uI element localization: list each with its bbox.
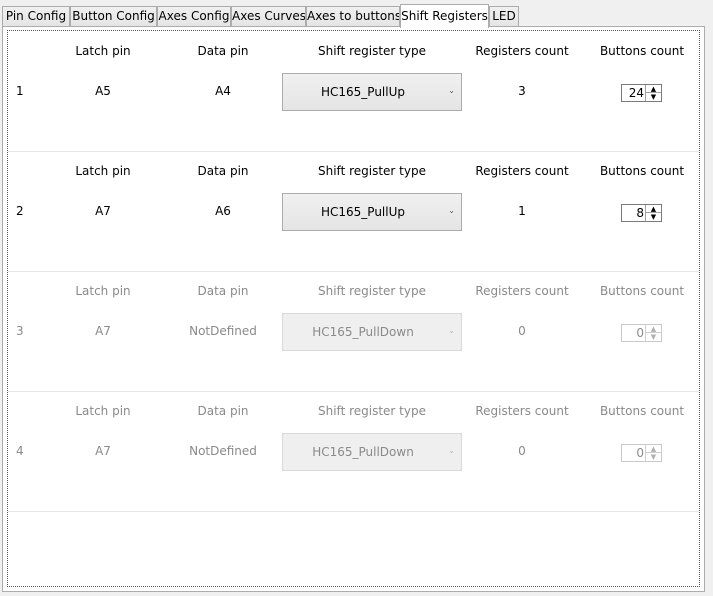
dropdown-selected-value: HC165_PullDown [312,325,414,339]
dropdown-selected-value: HC165_PullUp [320,85,405,99]
registers-count-value: 1 [518,204,526,218]
data-pin-value: NotDefined [189,444,257,458]
chevron-down-icon: ⌄ [448,206,455,215]
shift-register-type-dropdown[interactable]: HC165_PullUp ⌄ [282,193,462,231]
shift-register-type-header: Shift register type [318,404,426,418]
chevron-down-icon: ⌄ [448,86,455,95]
data-pin-value: A4 [215,84,231,98]
registers-count-value: 0 [518,324,526,338]
shift-register-type-header: Shift register type [318,284,426,298]
stepper-buttons: ▲ ▼ [645,205,661,221]
stepper-value: 0 [636,446,644,460]
chevron-down-icon: ⌄ [448,446,455,455]
triangle-down-icon[interactable]: ▼ [646,93,661,101]
registers-count-header: Registers count [475,44,569,58]
tab-pin-config[interactable]: Pin Config [2,6,70,26]
registers-count-value: 3 [518,84,526,98]
shift-register-type-dropdown[interactable]: HC165_PullUp ⌄ [282,73,462,111]
latch-pin-value: A7 [95,204,111,218]
buttons-count-header: Buttons count [599,284,685,298]
buttons-count-header: Buttons count [599,164,685,178]
data-pin-value: NotDefined [189,324,257,338]
registers-count-header: Registers count [475,164,569,178]
shift-register-row-3: Latch pin Data pin Shift register type R… [8,271,699,392]
tab-button-config[interactable]: Button Config [70,6,157,26]
tab-axes-config[interactable]: Axes Config [157,6,231,26]
buttons-count-stepper[interactable]: 8 ▲ ▼ [621,204,662,222]
chevron-down-icon: ⌄ [448,326,455,335]
row-index: 1 [16,84,24,98]
row-index: 4 [16,444,24,458]
stepper-value: 0 [636,326,644,340]
stepper-buttons: ▲ ▼ [645,85,661,101]
shift-registers-list: Latch pin Data pin Shift register type R… [7,30,700,587]
buttons-count-stepper[interactable]: 24 ▲ ▼ [621,84,662,102]
latch-pin-value: A7 [95,324,111,338]
stepper-value: 8 [636,206,644,220]
dropdown-selected-value: HC165_PullUp [320,205,405,219]
triangle-up-icon: ▲ [646,325,661,333]
stepper-buttons: ▲ ▼ [645,325,661,341]
tab-content-panel: Latch pin Data pin Shift register type R… [2,26,705,592]
data-pin-header: Data pin [197,404,249,418]
data-pin-value: A6 [215,204,231,218]
registers-count-header: Registers count [475,284,569,298]
shift-register-type-dropdown: HC165_PullDown ⌄ [282,433,462,471]
shift-register-type-header: Shift register type [318,164,426,178]
latch-pin-header: Latch pin [75,164,131,178]
latch-pin-value: A5 [95,84,111,98]
stepper-value: 24 [628,86,644,100]
shift-register-type-header: Shift register type [318,44,426,58]
registers-count-header: Registers count [475,404,569,418]
dropdown-selected-value: HC165_PullDown [312,445,414,459]
buttons-count-header: Buttons count [599,404,685,418]
shift-register-type-dropdown: HC165_PullDown ⌄ [282,313,462,351]
triangle-down-icon: ▼ [650,333,657,341]
triangle-down-icon[interactable]: ▼ [646,213,661,221]
shift-register-row-2: Latch pin Data pin Shift register type R… [8,151,699,272]
tab-shift-registers[interactable]: Shift Registers [400,4,489,28]
buttons-count-header: Buttons count [599,44,685,58]
shift-register-row-1: Latch pin Data pin Shift register type R… [8,31,699,152]
triangle-up-icon[interactable]: ▲ [646,205,661,213]
row-index: 3 [16,324,24,338]
triangle-up-icon[interactable]: ▲ [646,85,661,93]
stepper-buttons: ▲ ▼ [645,445,661,461]
data-pin-header: Data pin [197,44,249,58]
tab-axes-curves[interactable]: Axes Curves [231,6,306,26]
shift-register-row-4: Latch pin Data pin Shift register type R… [8,391,699,512]
tab-led[interactable]: LED [489,6,519,26]
latch-pin-value: A7 [95,444,111,458]
data-pin-header: Data pin [197,164,249,178]
row-index: 2 [16,204,24,218]
registers-count-value: 0 [518,444,526,458]
latch-pin-header: Latch pin [75,284,131,298]
buttons-count-stepper: 0 ▲ ▼ [621,444,662,462]
buttons-count-stepper: 0 ▲ ▼ [621,324,662,342]
latch-pin-header: Latch pin [75,44,131,58]
triangle-up-icon: ▲ [646,445,661,453]
triangle-down-icon: ▼ [650,453,657,461]
latch-pin-header: Latch pin [75,404,131,418]
tab-axes-to-buttons[interactable]: Axes to buttons [306,6,400,26]
data-pin-header: Data pin [197,284,249,298]
